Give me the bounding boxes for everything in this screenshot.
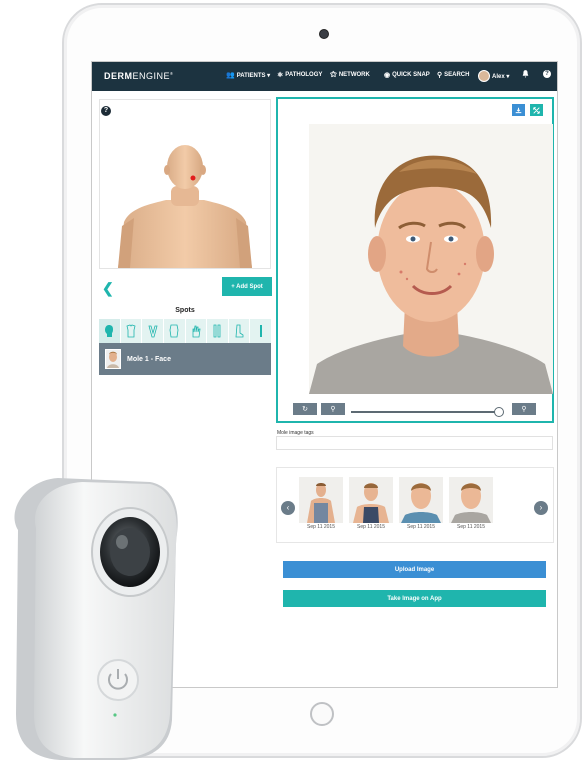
history-thumbnail[interactable] xyxy=(299,477,343,523)
camera-icon: ◉ xyxy=(384,72,391,79)
strip-prev-button[interactable]: ‹ xyxy=(281,501,295,515)
download-icon xyxy=(515,107,522,113)
spot-list-item[interactable]: Mole 1 - Face xyxy=(99,343,271,375)
microscope-icon: ⚛ xyxy=(277,72,284,79)
take-image-on-app-button[interactable]: Take Image on App xyxy=(283,590,546,607)
bell-icon xyxy=(522,70,529,78)
torso-icon xyxy=(126,324,136,338)
nav-search[interactable]: ⚲ SEARCH xyxy=(437,71,469,79)
notifications-bell[interactable] xyxy=(522,70,529,78)
body-model-image[interactable] xyxy=(100,100,270,268)
avatar xyxy=(478,70,490,82)
body-map-panel xyxy=(99,99,271,269)
help-icon[interactable]: ? xyxy=(101,106,111,116)
region-hands[interactable] xyxy=(185,319,208,343)
chevron-right-icon: › xyxy=(539,503,543,512)
chevron-left-icon: ‹ xyxy=(286,503,290,512)
search-icon: ⚲ xyxy=(437,72,443,79)
region-pelvis[interactable] xyxy=(142,319,164,343)
nav-user[interactable]: Alex ▾ xyxy=(478,70,509,82)
nav-network[interactable]: ⚝ NETWORK xyxy=(330,71,370,79)
region-feet[interactable] xyxy=(228,319,251,343)
dermatoscope-device xyxy=(14,478,178,760)
nav-pathology[interactable]: ⚛ PATHOLOGY xyxy=(277,71,322,79)
logo[interactable]: DERMENGINE® xyxy=(104,71,173,81)
expand-icon xyxy=(533,106,540,114)
network-icon: ⚝ xyxy=(330,71,337,78)
region-back[interactable] xyxy=(163,319,186,343)
region-arm[interactable] xyxy=(250,319,271,343)
spot-label: Mole 1 - Face xyxy=(127,355,171,363)
spots-heading: Spots xyxy=(175,307,195,314)
legs-icon xyxy=(214,324,221,338)
back-icon xyxy=(169,324,179,338)
pelvis-icon xyxy=(148,325,158,338)
rotate-button[interactable]: ↻ xyxy=(293,403,317,415)
spot-thumbnail xyxy=(105,349,121,369)
thumbnail-date: Sep 11 2015 xyxy=(407,524,435,530)
zoom-out-button[interactable]: ⚲ xyxy=(321,403,345,415)
help-circle-icon: ? xyxy=(543,70,551,78)
help-button[interactable]: ? xyxy=(543,70,551,78)
image-viewer: ↻ ⚲ ⚲ xyxy=(276,97,554,423)
hand-icon xyxy=(192,325,201,338)
history-thumbnail[interactable] xyxy=(349,477,393,523)
zoom-slider-handle[interactable] xyxy=(494,407,505,417)
thumbnail-date: Sep 11 2015 xyxy=(457,524,485,530)
add-spot-button[interactable]: + Add Spot xyxy=(222,277,272,296)
back-chevron-icon[interactable]: ❮ xyxy=(102,281,114,295)
zoom-out-icon: ⚲ xyxy=(330,406,336,413)
home-button[interactable] xyxy=(310,702,334,726)
patient-photo[interactable] xyxy=(309,124,553,394)
photo-history-strip: ‹ › Sep 11 2015 Sep 11 2015 Sep 11 2015 … xyxy=(276,467,554,543)
strip-next-button[interactable]: › xyxy=(534,501,548,515)
zoom-in-button[interactable]: ⚲ xyxy=(512,403,536,415)
upload-image-button[interactable]: Upload Image xyxy=(283,561,546,578)
download-button[interactable] xyxy=(512,104,525,116)
head-icon xyxy=(105,325,114,337)
thumbnail-date: Sep 11 2015 xyxy=(307,524,335,530)
fullscreen-button[interactable] xyxy=(530,104,543,116)
top-nav: DERMENGINE® 👥 PATIENTS ▾ ⚛ PATHOLOGY ⚝ N… xyxy=(92,62,557,91)
mole-tags-input[interactable] xyxy=(276,436,553,450)
nav-patients[interactable]: 👥 PATIENTS ▾ xyxy=(226,71,270,79)
history-thumbnail[interactable] xyxy=(449,477,493,523)
zoom-in-icon: ⚲ xyxy=(521,406,527,413)
region-legs[interactable] xyxy=(207,319,229,343)
history-thumbnail[interactable] xyxy=(399,477,443,523)
users-icon: 👥 xyxy=(226,72,235,79)
arm-icon xyxy=(259,325,262,337)
body-region-filter xyxy=(99,319,271,343)
foot-icon xyxy=(235,324,244,338)
region-head[interactable] xyxy=(99,319,121,343)
zoom-slider-track[interactable] xyxy=(351,411,503,413)
refresh-icon: ↻ xyxy=(302,406,308,413)
camera-dot xyxy=(319,29,329,39)
region-torso[interactable] xyxy=(120,319,143,343)
thumbnail-date: Sep 11 2015 xyxy=(357,524,385,530)
nav-quick-snap[interactable]: ◉ QUICK SNAP xyxy=(384,71,430,79)
